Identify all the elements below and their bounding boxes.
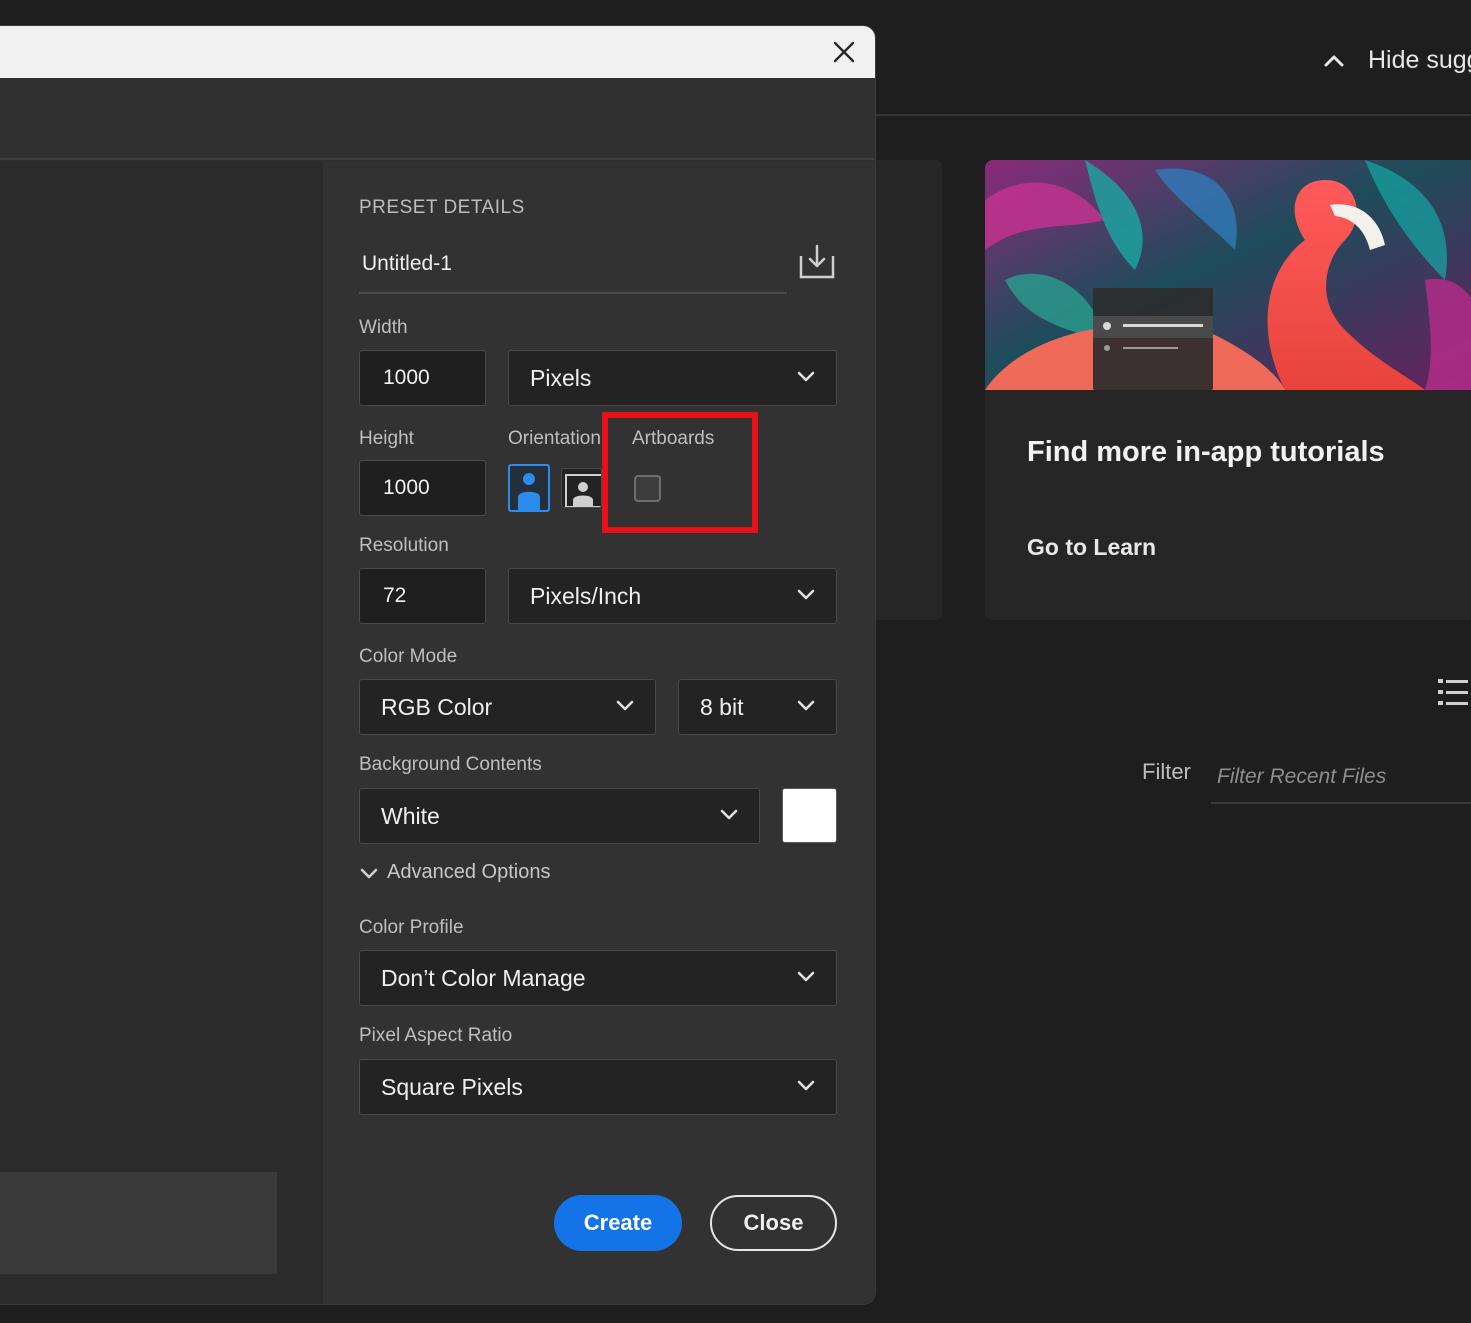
- hide-suggestions-button[interactable]: Hide sugge: [1322, 46, 1471, 75]
- chevron-down-icon: [360, 868, 378, 878]
- resolution-unit-select[interactable]: Pixels/Inch: [508, 568, 837, 624]
- height-input[interactable]: [359, 460, 486, 516]
- color-profile-label: Color Profile: [359, 917, 464, 938]
- pixel-aspect-ratio-label: Pixel Aspect Ratio: [359, 1025, 513, 1046]
- advanced-options-toggle[interactable]: Advanced Options: [359, 861, 550, 884]
- width-label: Width: [359, 317, 408, 338]
- dialog-toolbar: [0, 78, 875, 160]
- dialog-title-bar: [0, 26, 875, 78]
- background-contents-select[interactable]: White: [359, 788, 760, 844]
- tutorial-card[interactable]: Find more in-app tutorials Go to Learn: [985, 160, 1471, 620]
- list-view-icon[interactable]: [1437, 676, 1469, 708]
- close-button[interactable]: Close: [710, 1195, 837, 1251]
- bit-depth-value: 8 bit: [700, 693, 744, 720]
- orientation-label: Orientation: [508, 428, 600, 449]
- go-to-learn-link[interactable]: Go to Learn: [1027, 534, 1156, 561]
- pixel-aspect-ratio-value: Square Pixels: [381, 1073, 523, 1100]
- save-preset-icon[interactable]: [797, 244, 837, 280]
- resolution-unit-value: Pixels/Inch: [530, 582, 642, 609]
- color-profile-value: Don’t Color Manage: [381, 964, 586, 991]
- preset-details-title: PRESET DETAILS: [359, 197, 525, 218]
- dialog-close-button[interactable]: [830, 38, 858, 66]
- pixel-aspect-ratio-select[interactable]: Square Pixels: [359, 1059, 837, 1115]
- preset-panel-footer: [0, 1172, 277, 1274]
- chevron-down-icon: [797, 1080, 815, 1091]
- close-icon: [833, 41, 855, 63]
- bit-depth-select[interactable]: 8 bit: [678, 679, 837, 735]
- landscape-person-icon: [565, 474, 601, 507]
- advanced-options-label: Advanced Options: [387, 861, 551, 883]
- chevron-down-icon: [720, 809, 738, 820]
- new-document-dialog: PRESET DETAILS Untitled-1 Width Pixels H…: [0, 26, 875, 1304]
- preset-browser-panel: [0, 162, 323, 1304]
- create-button[interactable]: Create: [554, 1195, 682, 1251]
- resolution-input[interactable]: [359, 568, 486, 624]
- color-mode-value: RGB Color: [381, 693, 493, 720]
- color-mode-select[interactable]: RGB Color: [359, 679, 656, 735]
- orientation-landscape-button[interactable]: [561, 468, 602, 508]
- chevron-up-icon: [1324, 55, 1344, 66]
- width-unit-value: Pixels: [530, 364, 592, 391]
- background-contents-label: Background Contents: [359, 754, 542, 775]
- artboards-label: Artboards: [632, 428, 715, 449]
- tutorial-card-title: Find more in-app tutorials: [1027, 436, 1385, 468]
- filter-recent-files-input[interactable]: [1211, 752, 1471, 804]
- color-mode-label: Color Mode: [359, 646, 458, 667]
- chevron-down-icon: [616, 700, 634, 711]
- app-root: Hide sugge: [0, 0, 1471, 1323]
- chevron-down-icon: [797, 971, 815, 982]
- background-color-swatch[interactable]: [782, 788, 837, 843]
- color-profile-select[interactable]: Don’t Color Manage: [359, 950, 837, 1006]
- preset-details-panel: PRESET DETAILS Untitled-1 Width Pixels H…: [323, 162, 875, 1304]
- document-name-field[interactable]: Untitled-1: [359, 236, 787, 294]
- hide-suggestions-label: Hide sugge: [1368, 46, 1471, 74]
- background-contents-value: White: [381, 802, 440, 829]
- width-input[interactable]: [359, 350, 486, 406]
- resolution-label: Resolution: [359, 535, 449, 556]
- chevron-down-icon: [797, 700, 815, 711]
- height-label: Height: [359, 428, 414, 449]
- portrait-person-icon: [518, 473, 540, 510]
- chevron-down-icon: [797, 371, 815, 382]
- width-unit-select[interactable]: Pixels: [508, 350, 837, 406]
- artboards-checkbox[interactable]: [634, 475, 661, 502]
- filter-label: Filter: [1142, 759, 1191, 784]
- orientation-portrait-button[interactable]: [508, 464, 550, 512]
- tutorial-thumbnail: [985, 160, 1471, 390]
- chevron-down-icon: [797, 589, 815, 600]
